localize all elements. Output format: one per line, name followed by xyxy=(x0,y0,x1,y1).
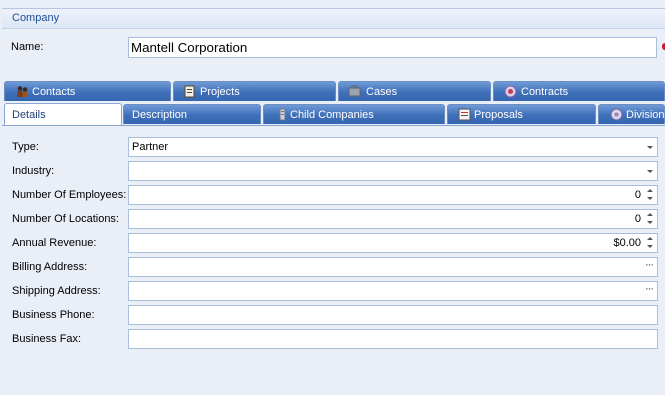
tab-label: Description xyxy=(132,109,188,121)
locations-value: 0 xyxy=(634,213,641,225)
locations-label: Number Of Locations: xyxy=(12,213,119,225)
child-companies-icon xyxy=(279,108,286,121)
business-phone-input[interactable] xyxy=(128,305,658,325)
spin-buttons[interactable] xyxy=(646,235,654,251)
cases-icon xyxy=(348,85,361,97)
spin-buttons[interactable] xyxy=(646,187,654,203)
employees-label: Number Of Employees: xyxy=(12,189,127,201)
contacts-icon xyxy=(17,86,28,97)
ellipsis-icon[interactable]: ··· xyxy=(645,259,654,271)
industry-dropdown[interactable] xyxy=(128,161,658,181)
shipping-label: Shipping Address: xyxy=(12,285,101,297)
tab-child-companies[interactable]: Child Companies xyxy=(263,104,445,124)
company-group-header: Company xyxy=(2,8,665,29)
group-title: Company xyxy=(12,12,60,24)
type-value: Partner xyxy=(132,141,169,153)
tab-label: Details xyxy=(12,109,46,121)
tab-label: Contacts xyxy=(32,86,76,98)
spin-up-icon[interactable] xyxy=(647,237,653,240)
tab-label: Cases xyxy=(366,86,398,98)
revenue-label: Annual Revenue: xyxy=(12,237,97,249)
tab-label: Contracts xyxy=(521,86,569,98)
tab-projects[interactable]: Projects xyxy=(173,81,336,101)
type-dropdown[interactable]: Partner xyxy=(128,137,658,157)
spin-down-icon[interactable] xyxy=(647,221,653,224)
chevron-down-icon[interactable] xyxy=(647,146,653,149)
billing-label: Billing Address: xyxy=(12,261,88,273)
tab-label: Child Companies xyxy=(290,109,374,121)
spin-down-icon[interactable] xyxy=(647,197,653,200)
employees-stepper[interactable]: 0 xyxy=(128,185,658,205)
industry-label: Industry: xyxy=(12,165,55,177)
spin-buttons[interactable] xyxy=(646,211,654,227)
tab-details[interactable]: Details xyxy=(4,103,122,126)
fax-label: Business Fax: xyxy=(12,333,82,345)
spin-down-icon[interactable] xyxy=(647,245,653,248)
tab-contacts[interactable]: Contacts xyxy=(4,81,171,101)
shipping-address-field[interactable]: ··· xyxy=(128,281,658,301)
tab-contracts[interactable]: Contracts xyxy=(493,81,665,101)
chevron-down-icon[interactable] xyxy=(647,170,653,173)
name-label: Name: xyxy=(11,41,44,53)
tab-divisions[interactable]: Divisions xyxy=(598,104,665,124)
business-fax-input[interactable] xyxy=(128,329,658,349)
billing-address-field[interactable]: ··· xyxy=(128,257,658,277)
tab-description[interactable]: Description xyxy=(123,104,261,124)
name-input[interactable] xyxy=(128,37,657,58)
revenue-value: $0.00 xyxy=(613,237,641,249)
phone-label: Business Phone: xyxy=(12,309,95,321)
divisions-icon xyxy=(610,108,623,121)
contracts-icon xyxy=(504,85,517,98)
spin-up-icon[interactable] xyxy=(647,189,653,192)
tab-label: Proposals xyxy=(474,109,523,121)
proposals-icon xyxy=(458,108,471,121)
projects-icon xyxy=(184,85,195,98)
ellipsis-icon[interactable]: ··· xyxy=(645,283,654,295)
spin-up-icon[interactable] xyxy=(647,213,653,216)
tab-label: Divisions xyxy=(626,109,665,121)
locations-stepper[interactable]: 0 xyxy=(128,209,658,229)
tab-label: Projects xyxy=(200,86,240,98)
tab-cases[interactable]: Cases xyxy=(338,81,491,101)
type-label: Type: xyxy=(12,141,39,153)
employees-value: 0 xyxy=(634,189,641,201)
revenue-stepper[interactable]: $0.00 xyxy=(128,233,658,253)
tab-proposals[interactable]: Proposals xyxy=(447,104,596,124)
